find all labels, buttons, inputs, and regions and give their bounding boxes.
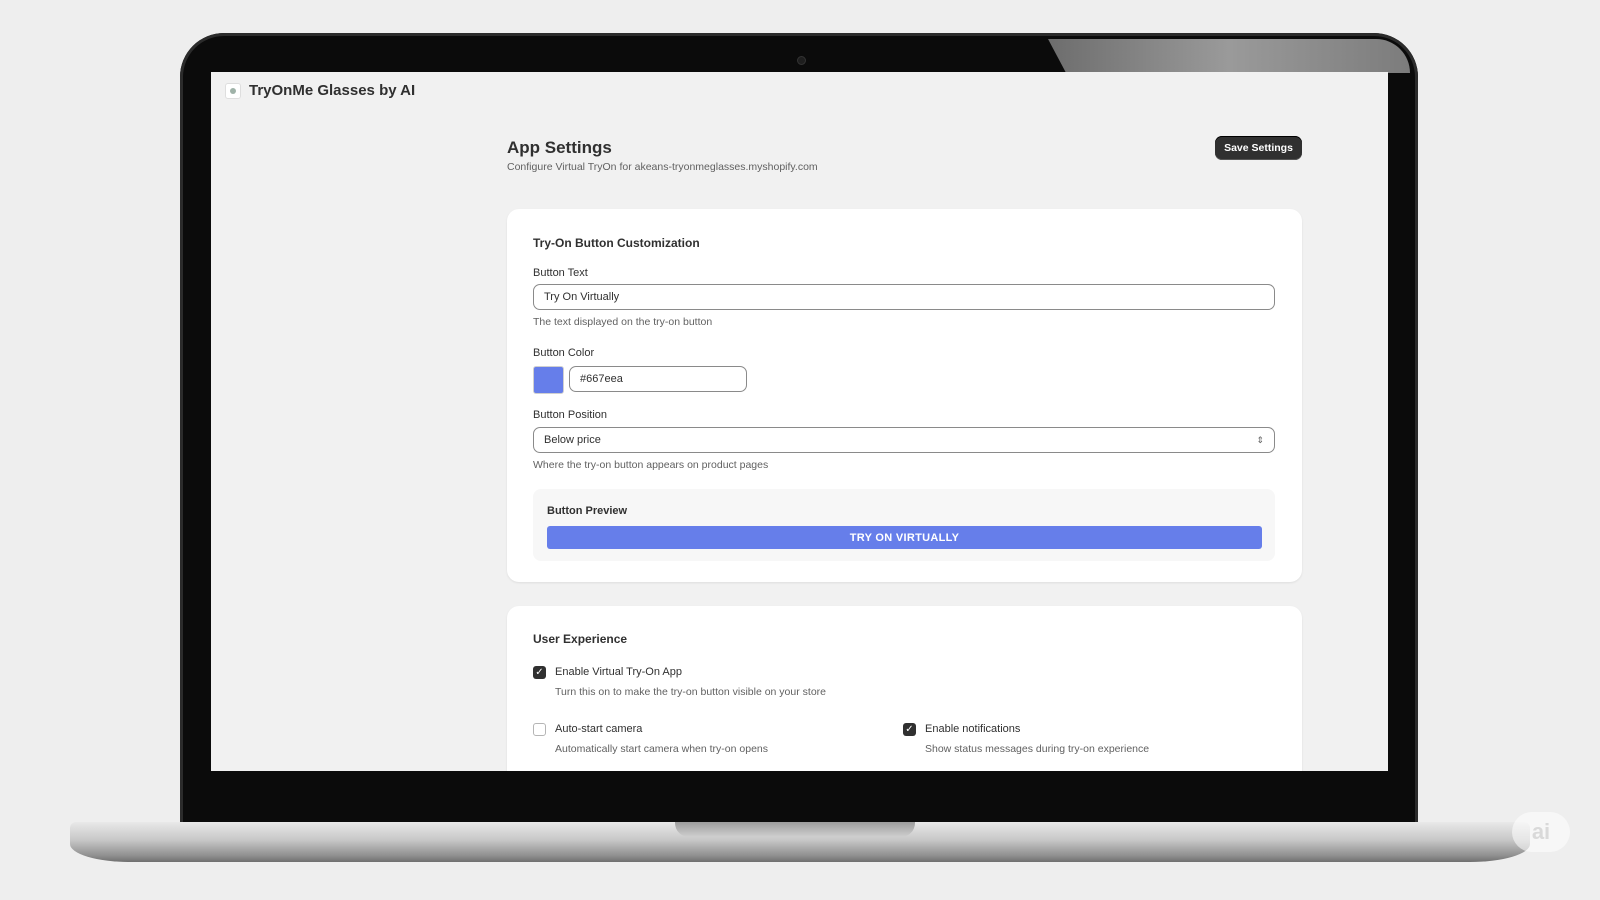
enable-notifications-label: Enable notifications — [925, 723, 1021, 735]
button-text-label: Button Text — [533, 267, 588, 279]
select-value: Below price — [544, 434, 601, 446]
auto-start-camera-label: Auto-start camera — [555, 723, 643, 735]
color-swatch[interactable] — [533, 366, 564, 394]
button-position-label: Button Position — [533, 409, 607, 421]
app-header: TryOnMe Glasses by AI — [225, 82, 415, 99]
try-on-preview-button[interactable]: TRY ON VIRTUALLY — [547, 526, 1262, 549]
watermark-badge: ai — [1512, 812, 1570, 852]
button-customization-card: Try-On Button Customization Button Text … — [507, 209, 1302, 582]
laptop-notch — [675, 822, 915, 837]
enable-notifications-checkbox[interactable]: ✓ — [903, 723, 916, 736]
page-title: App Settings — [507, 138, 612, 157]
page-subtitle: Configure Virtual TryOn for akeans-tryon… — [507, 161, 818, 173]
user-experience-card: User Experience ✓ Enable Virtual Try-On … — [507, 606, 1302, 771]
button-position-help: Where the try-on button appears on produ… — [533, 459, 769, 471]
enable-app-label: Enable Virtual Try-On App — [555, 666, 682, 678]
button-position-select[interactable]: Below price ⇕ — [533, 427, 1275, 453]
button-preview-box: Button Preview TRY ON VIRTUALLY — [533, 489, 1275, 561]
enable-app-checkbox[interactable]: ✓ — [533, 666, 546, 679]
app-screen: TryOnMe Glasses by AI App Settings Confi… — [211, 72, 1388, 771]
app-title: TryOnMe Glasses by AI — [249, 82, 416, 99]
app-logo-icon — [225, 82, 241, 99]
auto-start-camera-help: Automatically start camera when try-on o… — [555, 743, 769, 755]
button-color-input[interactable] — [569, 366, 747, 392]
button-text-input[interactable] — [533, 284, 1275, 310]
card-title: User Experience — [533, 632, 628, 646]
webcam-dot — [797, 56, 806, 65]
auto-start-camera-checkbox[interactable] — [533, 723, 546, 736]
enable-notifications-help: Show status messages during try-on exper… — [925, 743, 1150, 755]
card-title: Try-On Button Customization — [533, 236, 700, 250]
screen-glare — [1048, 39, 1410, 73]
save-settings-button[interactable]: Save Settings — [1215, 136, 1302, 160]
button-text-help: The text displayed on the try-on button — [533, 316, 713, 328]
chevron-up-down-icon: ⇕ — [1256, 435, 1264, 445]
button-color-label: Button Color — [533, 347, 595, 359]
enable-app-help: Turn this on to make the try-on button v… — [555, 686, 826, 698]
preview-label: Button Preview — [547, 505, 628, 517]
